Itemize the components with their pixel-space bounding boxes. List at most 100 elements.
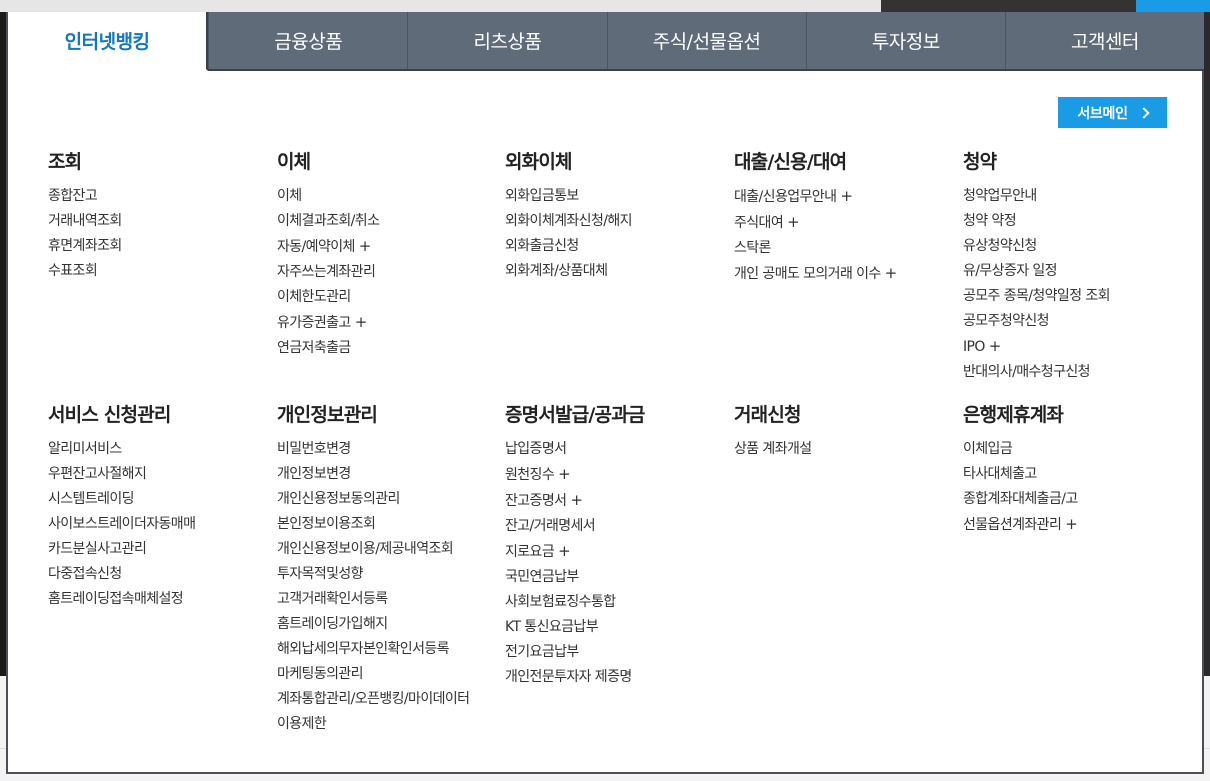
menu-item[interactable]: 타사대체출고 <box>963 462 1188 487</box>
menu-item[interactable]: 계좌통합관리/오픈뱅킹/마이데이터 <box>277 687 502 712</box>
menu-item[interactable]: 우편잔고사절해지 <box>48 462 273 487</box>
menu-section-transfer: 이체 이체 이체결과조회/취소 자동/예약이체 + 자주쓰는계좌관리 이체한도관리 유가증권출… <box>277 149 502 361</box>
plus-icon[interactable]: + <box>570 488 583 513</box>
background-right-strip <box>1204 12 1210 676</box>
menu-item[interactable]: 청약 약정 <box>963 209 1188 234</box>
menu-item[interactable]: 자주쓰는계좌관리 <box>277 260 502 285</box>
menu-item[interactable]: 유상청약신청 <box>963 234 1188 259</box>
menu-item[interactable]: 잔고/거래명세서 <box>505 514 730 539</box>
plus-icon[interactable]: + <box>355 310 368 335</box>
tab-financial-products[interactable]: 금융상품 <box>208 12 407 69</box>
menu-item[interactable]: IPO + <box>963 334 1188 360</box>
menu-item[interactable]: 자동/예약이체 + <box>277 234 502 260</box>
menu-item[interactable]: 이체 <box>277 184 502 209</box>
menu-item[interactable]: 주식대여 + <box>734 210 959 236</box>
menu-item[interactable]: 대출/신용업무안내 + <box>734 184 959 210</box>
menu-item[interactable]: KT 통신요금납부 <box>505 615 730 640</box>
menu-item[interactable]: 지로요금 + <box>505 539 730 565</box>
menu-item[interactable]: 알리미서비스 <box>48 437 273 462</box>
top-nav-tabs: 인터넷뱅킹 금융상품 리츠상품 주식/선물옵션 투자정보 고객센터 <box>8 12 1204 71</box>
plus-icon[interactable]: + <box>1065 512 1078 537</box>
menu-item[interactable]: 본인정보이용조회 <box>277 512 502 537</box>
submain-button[interactable]: 서브메인 <box>1058 97 1167 128</box>
background-header-dark-area <box>881 0 1136 12</box>
menu-item-label: 이체 <box>277 188 302 204</box>
plus-icon[interactable]: + <box>840 184 853 209</box>
menu-item[interactable]: 고객거래확인서등록 <box>277 587 502 612</box>
menu-item[interactable]: 종합잔고 <box>48 184 273 209</box>
plus-icon[interactable]: + <box>558 539 571 564</box>
menu-item[interactable]: 사이보스트레이더자동매매 <box>48 512 273 537</box>
menu-item[interactable]: 유가증권출고 + <box>277 310 502 336</box>
plus-icon[interactable]: + <box>885 261 898 286</box>
tab-internet-banking[interactable]: 인터넷뱅킹 <box>8 12 209 71</box>
menu-item[interactable]: 유/무상증자 일정 <box>963 259 1188 284</box>
tab-stocks-futures-options[interactable]: 주식/선물옵션 <box>606 12 806 69</box>
menu-section-inquiry: 조회 종합잔고 거래내역조회 휴면계좌조회 수표조회 <box>48 149 273 284</box>
menu-item[interactable]: 외화출금신청 <box>505 234 730 259</box>
menu-item[interactable]: 연금저축출금 <box>277 336 502 361</box>
menu-item[interactable]: 잔고증명서 + <box>505 488 730 514</box>
menu-item[interactable]: 시스템트레이딩 <box>48 487 273 512</box>
menu-item[interactable]: 이체입금 <box>963 437 1188 462</box>
menu-item[interactable]: 외화입금통보 <box>505 184 730 209</box>
plus-icon[interactable]: + <box>359 234 372 259</box>
menu-item[interactable]: 납입증명서 <box>505 437 730 462</box>
menu-item-label: 사이보스트레이더자동매매 <box>48 516 196 532</box>
menu-item[interactable]: 반대의사/매수청구신청 <box>963 360 1188 385</box>
menu-item[interactable]: 홈트레이딩접속매체설정 <box>48 587 273 612</box>
menu-item[interactable]: 개인정보변경 <box>277 462 502 487</box>
menu-item[interactable]: 개인신용정보동의관리 <box>277 487 502 512</box>
menu-item[interactable]: 스탁론 <box>734 236 959 261</box>
menu-item[interactable]: 마케팅동의관리 <box>277 662 502 687</box>
menu-item[interactable]: 상품 계좌개설 <box>734 437 959 462</box>
menu-section-trade-application: 거래신청 상품 계좌개설 <box>734 402 959 462</box>
menu-item[interactable]: 휴면계좌조회 <box>48 234 273 259</box>
menu-item[interactable]: 전기요금납부 <box>505 640 730 665</box>
menu-item-label: 시스템트레이딩 <box>48 491 135 507</box>
menu-item[interactable]: 국민연금납부 <box>505 565 730 590</box>
menu-item[interactable]: 이체결과조회/취소 <box>277 209 502 234</box>
tab-investment-info[interactable]: 투자정보 <box>805 12 1005 69</box>
menu-item[interactable]: 홈트레이딩가입해지 <box>277 612 502 637</box>
menu-item-label: 사회보험료징수통합 <box>505 594 616 610</box>
plus-icon[interactable]: + <box>989 334 1002 359</box>
menu-item[interactable]: 원천징수 + <box>505 462 730 488</box>
plus-icon[interactable]: + <box>558 462 571 487</box>
menu-item-label: 수표조회 <box>48 263 98 279</box>
menu-item[interactable]: 수표조회 <box>48 259 273 284</box>
menu-item-label: 상품 계좌개설 <box>734 441 812 457</box>
menu-item[interactable]: 거래내역조회 <box>48 209 273 234</box>
menu-item-label: 자주쓰는계좌관리 <box>277 264 376 280</box>
menu-item[interactable]: 개인 공매도 모의거래 이수 + <box>734 261 959 287</box>
menu-item[interactable]: 개인신용정보이용/제공내역조회 <box>277 537 502 562</box>
menu-item-label: 계좌통합관리/오픈뱅킹/마이데이터 <box>277 691 470 707</box>
tab-customer-center[interactable]: 고객센터 <box>1004 12 1204 69</box>
menu-item[interactable]: 이체한도관리 <box>277 285 502 310</box>
menu-item-label: 유상청약신청 <box>963 238 1037 254</box>
menu-item[interactable]: 공모주청약신청 <box>963 309 1188 334</box>
menu-item[interactable]: 개인전문투자자 제증명 <box>505 665 730 690</box>
menu-item[interactable]: 청약업무안내 <box>963 184 1188 209</box>
menu-item-label: 잔고증명서 <box>505 493 567 509</box>
menu-item[interactable]: 투자목적및성향 <box>277 562 502 587</box>
menu-item[interactable]: 이용제한 <box>277 712 502 737</box>
menu-item[interactable]: 선물옵션계좌관리 + <box>963 512 1188 538</box>
menu-item[interactable]: 외화이체계좌신청/해지 <box>505 209 730 234</box>
menu-item-label: 국민연금납부 <box>505 569 579 585</box>
menu-item[interactable]: 종합계좌대체출금/고 <box>963 487 1188 512</box>
menu-item[interactable]: 외화계좌/상품대체 <box>505 259 730 284</box>
menu-item-label: 홈트레이딩가입해지 <box>277 616 388 632</box>
tab-reits-products[interactable]: 리츠상품 <box>407 12 606 69</box>
menu-item[interactable]: 사회보험료징수통합 <box>505 590 730 615</box>
menu-item[interactable]: 해외납세의무자본인확인서등록 <box>277 637 502 662</box>
menu-item-label: 이체입금 <box>963 441 1013 457</box>
menu-item[interactable]: 비밀번호변경 <box>277 437 502 462</box>
menu-item-label: 자동/예약이체 <box>277 239 355 255</box>
menu-item[interactable]: 카드분실사고관리 <box>48 537 273 562</box>
menu-item[interactable]: 공모주 종목/청약일정 조회 <box>963 284 1188 309</box>
menu-item-label: 비밀번호변경 <box>277 441 351 457</box>
menu-section-title: 이체 <box>277 151 311 173</box>
plus-icon[interactable]: + <box>787 210 800 235</box>
menu-item[interactable]: 다중접속신청 <box>48 562 273 587</box>
